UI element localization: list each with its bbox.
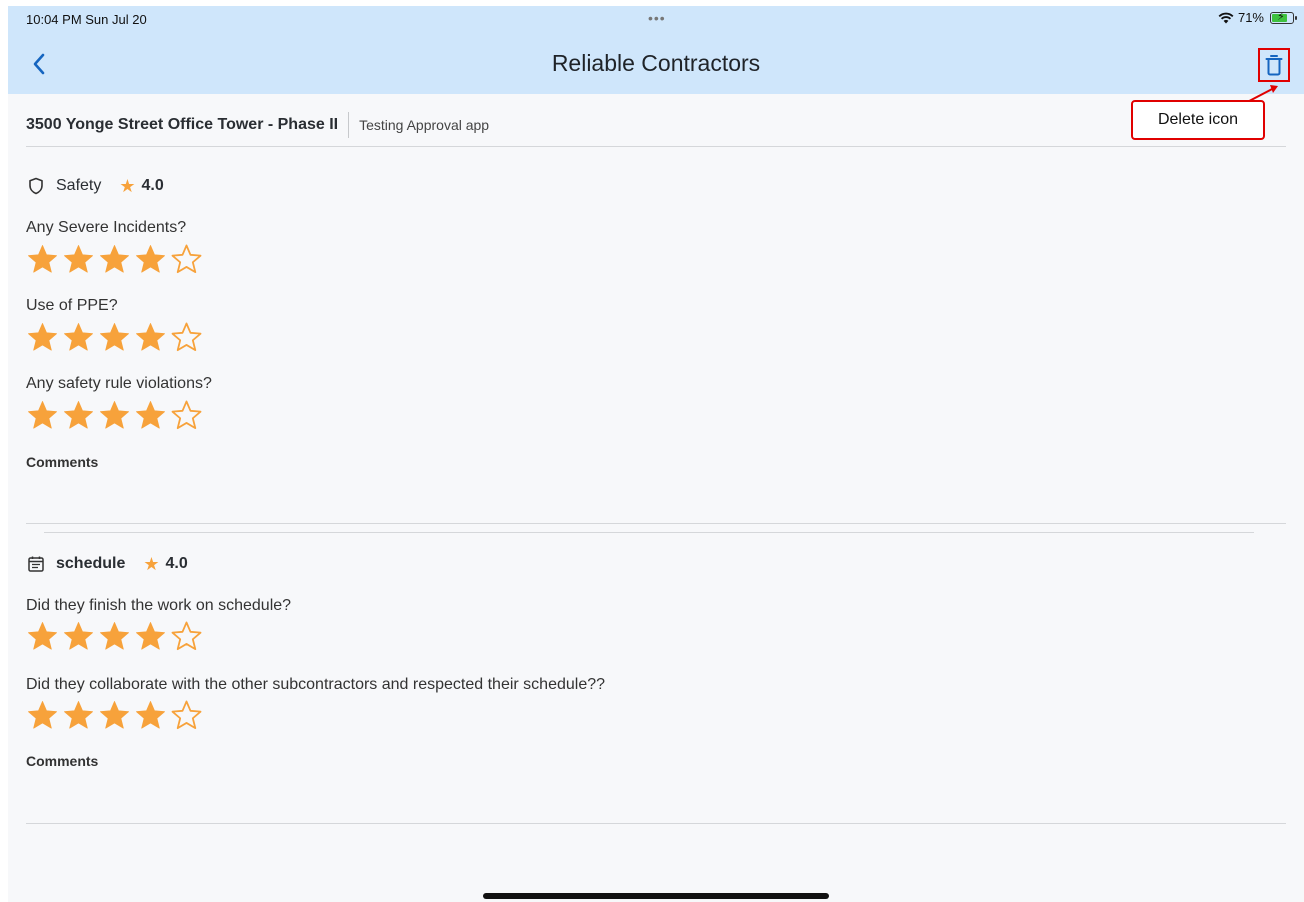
section-divider [44, 532, 1254, 533]
section-title: schedule [56, 555, 126, 572]
star-filled-icon[interactable] [62, 699, 95, 732]
project-name: 3500 Yonge Street Office Tower - Phase I… [26, 116, 339, 133]
star-filled-icon[interactable] [62, 399, 95, 432]
star-filled-icon[interactable] [98, 243, 131, 276]
section-title: Safety [56, 177, 102, 194]
comments-field-underline[interactable] [26, 523, 1286, 524]
star-filled-icon[interactable] [26, 699, 59, 732]
star-filled-icon[interactable] [26, 620, 59, 653]
section-header-schedule: schedule ★ 4.0 [26, 552, 188, 576]
separator [348, 112, 350, 138]
star-filled-icon[interactable] [134, 620, 167, 653]
divider [26, 146, 1286, 147]
star-rating[interactable] [26, 321, 203, 354]
star-filled-icon[interactable] [134, 243, 167, 276]
star-filled-icon[interactable] [98, 620, 131, 653]
star-filled-icon[interactable] [26, 243, 59, 276]
comments-label: Comments [26, 454, 99, 470]
star-outline-icon[interactable] [170, 321, 203, 354]
delete-button[interactable] [1258, 48, 1290, 82]
battery-icon: ⚡ [1270, 11, 1297, 24]
multitasking-dots[interactable]: ••• [648, 10, 666, 26]
battery-percent: 71% [1237, 10, 1264, 25]
page-title: Reliable Contractors [551, 50, 761, 76]
star-rating[interactable] [26, 699, 203, 732]
trash-icon [1265, 55, 1283, 76]
star-rating[interactable] [26, 620, 203, 653]
question-label: Use of PPE? [26, 297, 118, 314]
star-filled-icon[interactable] [98, 699, 131, 732]
home-indicator[interactable] [483, 893, 829, 899]
star-filled-icon[interactable] [98, 399, 131, 432]
star-filled-icon[interactable] [62, 321, 95, 354]
star-filled-icon[interactable] [26, 321, 59, 354]
star-outline-icon[interactable] [170, 699, 203, 732]
star-outline-icon[interactable] [170, 243, 203, 276]
star-filled-icon[interactable] [98, 321, 131, 354]
app-screen: 10:04 PM Sun Jul 20 ••• 71% ⚡ Reliable C… [8, 6, 1304, 902]
star-filled-icon[interactable] [62, 243, 95, 276]
status-time: 10:04 PM Sun Jul 20 [26, 12, 147, 27]
star-filled-icon[interactable] [134, 399, 167, 432]
question-label: Any Severe Incidents? [26, 219, 187, 236]
shield-icon [26, 176, 46, 196]
star-rating[interactable] [26, 243, 203, 276]
delete-icon-callout: Delete icon [1131, 100, 1265, 140]
star-filled-icon[interactable] [134, 321, 167, 354]
question-label: Any safety rule violations? [26, 375, 212, 392]
section-score: 4.0 [141, 177, 164, 194]
section-header-safety: Safety ★ 4.0 [26, 174, 164, 198]
star-outline-icon[interactable] [170, 620, 203, 653]
star-filled-icon[interactable] [134, 699, 167, 732]
star-filled-icon[interactable] [62, 620, 95, 653]
question-label: Did they finish the work on schedule? [26, 597, 292, 614]
question-label: Did they collaborate with the other subc… [26, 676, 606, 693]
project-header: 3500 Yonge Street Office Tower - Phase I… [26, 112, 489, 138]
comments-field-underline[interactable] [26, 823, 1286, 824]
star-icon: ★ [119, 176, 136, 196]
section-score: 4.0 [165, 555, 188, 572]
comments-label: Comments [26, 753, 99, 769]
calendar-icon [26, 554, 46, 574]
star-filled-icon[interactable] [26, 399, 59, 432]
star-rating[interactable] [26, 399, 203, 432]
star-icon: ★ [143, 554, 160, 574]
project-subtitle: Testing Approval app [359, 117, 490, 133]
star-outline-icon[interactable] [170, 399, 203, 432]
wifi-icon [1218, 12, 1234, 23]
app-bar: 10:04 PM Sun Jul 20 ••• 71% ⚡ Reliable C… [8, 6, 1304, 94]
status-indicators: 71% ⚡ [1218, 10, 1297, 25]
